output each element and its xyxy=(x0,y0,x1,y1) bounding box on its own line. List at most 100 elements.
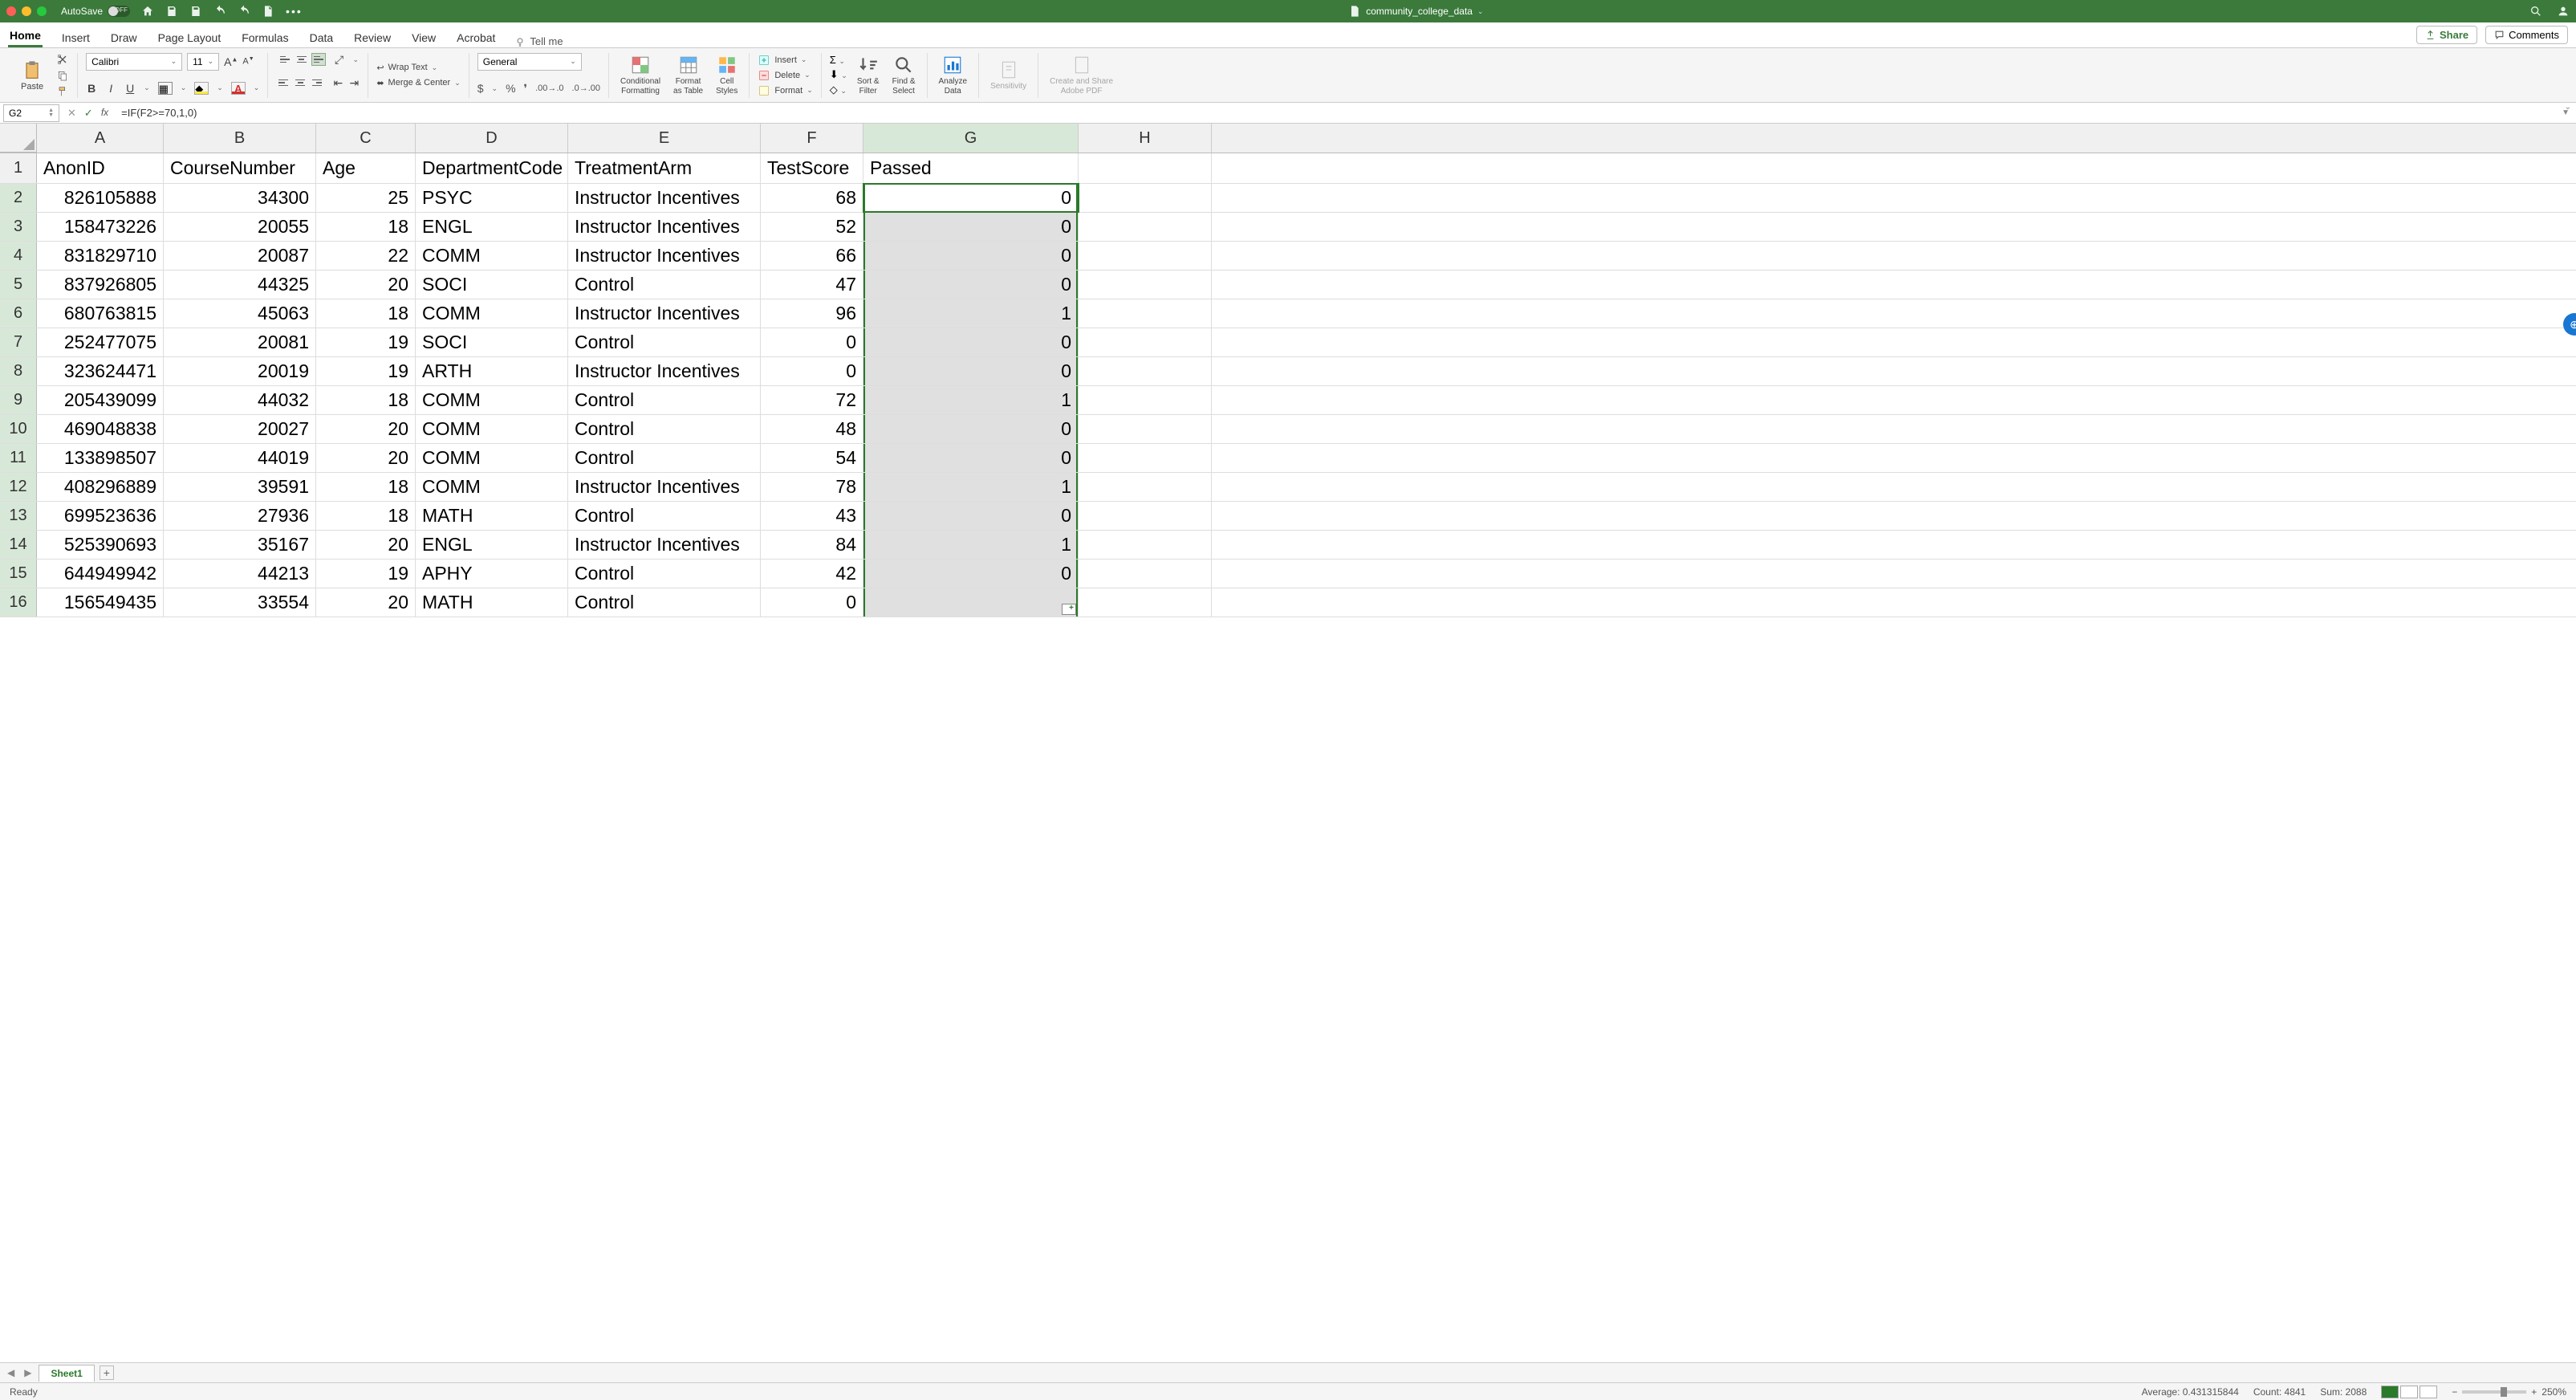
row-header[interactable]: 1 xyxy=(0,153,37,183)
select-all-corner[interactable] xyxy=(0,124,37,153)
cell[interactable]: 39591 xyxy=(164,473,316,501)
col-header-B[interactable]: B xyxy=(164,124,316,153)
col-header-F[interactable]: F xyxy=(761,124,863,153)
underline-button[interactable]: U xyxy=(124,82,136,95)
tab-data[interactable]: Data xyxy=(308,26,335,47)
cell[interactable]: 44213 xyxy=(164,560,316,588)
sheet-tab[interactable]: Sheet1 xyxy=(39,1365,94,1382)
cell[interactable]: 54 xyxy=(761,444,863,472)
cell[interactable]: Instructor Incentives xyxy=(568,531,761,559)
wrap-text-button[interactable]: ↩Wrap Text ⌄ xyxy=(376,63,460,73)
header-cell[interactable]: TestScore xyxy=(761,153,863,183)
cut-icon[interactable] xyxy=(56,53,69,66)
cell[interactable]: 44325 xyxy=(164,271,316,299)
cell[interactable]: 0 xyxy=(863,415,1079,443)
tab-review[interactable]: Review xyxy=(352,26,392,47)
cell[interactable]: Instructor Incentives xyxy=(568,473,761,501)
bold-button[interactable]: B xyxy=(86,82,97,95)
cell[interactable]: 48 xyxy=(761,415,863,443)
view-buttons[interactable] xyxy=(2381,1386,2437,1398)
cell[interactable]: 18 xyxy=(316,386,416,414)
cell[interactable]: COMM xyxy=(416,444,568,472)
cell[interactable]: COMM xyxy=(416,473,568,501)
cell[interactable]: 68 xyxy=(761,184,863,212)
cell[interactable]: SOCI xyxy=(416,271,568,299)
cell[interactable]: 0 xyxy=(761,588,863,617)
fx-icon[interactable]: fx xyxy=(101,107,108,120)
fill-button[interactable]: ⬇ ⌄ xyxy=(830,68,847,81)
zoom-control[interactable]: − + 250% xyxy=(2452,1386,2566,1398)
close-window[interactable] xyxy=(6,6,16,16)
increase-decimal-icon[interactable]: .00→.0 xyxy=(535,83,563,93)
col-header-E[interactable]: E xyxy=(568,124,761,153)
number-format-select[interactable]: General⌄ xyxy=(477,53,582,71)
comments-button[interactable]: Comments xyxy=(2485,26,2568,44)
maximize-window[interactable] xyxy=(37,6,47,16)
autosave-toggle[interactable]: AutoSave OFF xyxy=(61,6,130,17)
row-header[interactable]: 7 xyxy=(0,328,37,356)
analyze-data-button[interactable]: Analyze Data xyxy=(936,55,971,96)
row-header[interactable]: 15 xyxy=(0,560,37,588)
decrease-indent-icon[interactable]: ⇤ xyxy=(332,76,343,90)
row-header[interactable]: 16 xyxy=(0,588,37,617)
cell[interactable]: 0 xyxy=(863,184,1079,212)
italic-button[interactable]: I xyxy=(105,82,116,95)
cell[interactable]: 22 xyxy=(316,242,416,270)
autosave-switch[interactable]: OFF xyxy=(108,6,130,17)
save-icon[interactable] xyxy=(165,5,178,18)
zoom-slider[interactable] xyxy=(2462,1390,2526,1394)
collapse-ribbon-icon[interactable]: ⌄ xyxy=(2565,103,2571,112)
cell[interactable]: MATH xyxy=(416,588,568,617)
decrease-font-icon[interactable]: A▼ xyxy=(242,56,254,67)
row-header[interactable]: 13 xyxy=(0,502,37,530)
cell[interactable]: 19 xyxy=(316,357,416,385)
autofill-handle[interactable] xyxy=(1062,604,1076,615)
cell-styles-button[interactable]: Cell Styles xyxy=(713,55,741,96)
cell[interactable] xyxy=(1079,444,1212,472)
cell[interactable]: 43 xyxy=(761,502,863,530)
cell[interactable]: MATH xyxy=(416,502,568,530)
cell[interactable]: 18 xyxy=(316,502,416,530)
increase-indent-icon[interactable]: ⇥ xyxy=(348,76,360,90)
cell[interactable]: 133898507 xyxy=(37,444,164,472)
tab-formulas[interactable]: Formulas xyxy=(240,26,290,47)
comma-button[interactable]: ❜ xyxy=(524,82,528,96)
cell[interactable]: 156549435 xyxy=(37,588,164,617)
cell[interactable] xyxy=(1079,473,1212,501)
cell[interactable]: Instructor Incentives xyxy=(568,213,761,241)
cell[interactable]: 20055 xyxy=(164,213,316,241)
row-header[interactable]: 2 xyxy=(0,184,37,212)
font-size-select[interactable]: 11⌄ xyxy=(187,53,219,71)
header-cell[interactable]: AnonID xyxy=(37,153,164,183)
tab-view[interactable]: View xyxy=(410,26,437,47)
cell[interactable] xyxy=(1079,357,1212,385)
header-cell[interactable] xyxy=(1079,153,1212,183)
cell[interactable]: 96 xyxy=(761,299,863,328)
format-painter-icon[interactable] xyxy=(56,85,69,98)
cell[interactable]: Control xyxy=(568,386,761,414)
cell[interactable]: 20 xyxy=(316,588,416,617)
cell[interactable]: 78 xyxy=(761,473,863,501)
row-header[interactable]: 11 xyxy=(0,444,37,472)
horizontal-align[interactable] xyxy=(276,76,324,89)
cell[interactable]: 0 xyxy=(863,560,1079,588)
cell[interactable] xyxy=(1079,560,1212,588)
cell[interactable]: Control xyxy=(568,415,761,443)
col-header-C[interactable]: C xyxy=(316,124,416,153)
cell[interactable]: 18 xyxy=(316,473,416,501)
row-header[interactable]: 3 xyxy=(0,213,37,241)
font-color-button[interactable]: A xyxy=(231,82,246,95)
header-cell[interactable]: Age xyxy=(316,153,416,183)
format-as-table-button[interactable]: Format as Table xyxy=(670,55,706,96)
cell[interactable]: 34300 xyxy=(164,184,316,212)
cell[interactable]: COMM xyxy=(416,242,568,270)
cell[interactable]: Control xyxy=(568,271,761,299)
cell[interactable]: 826105888 xyxy=(37,184,164,212)
cell[interactable]: 18 xyxy=(316,299,416,328)
increase-font-icon[interactable]: A▲ xyxy=(224,55,238,68)
cell[interactable]: 323624471 xyxy=(37,357,164,385)
delete-cells-button[interactable]: Delete ⌄ xyxy=(758,69,812,82)
insert-cells-button[interactable]: Insert ⌄ xyxy=(758,54,812,67)
page-layout-view-icon[interactable] xyxy=(2400,1386,2418,1398)
col-header-G[interactable]: G xyxy=(863,124,1079,153)
